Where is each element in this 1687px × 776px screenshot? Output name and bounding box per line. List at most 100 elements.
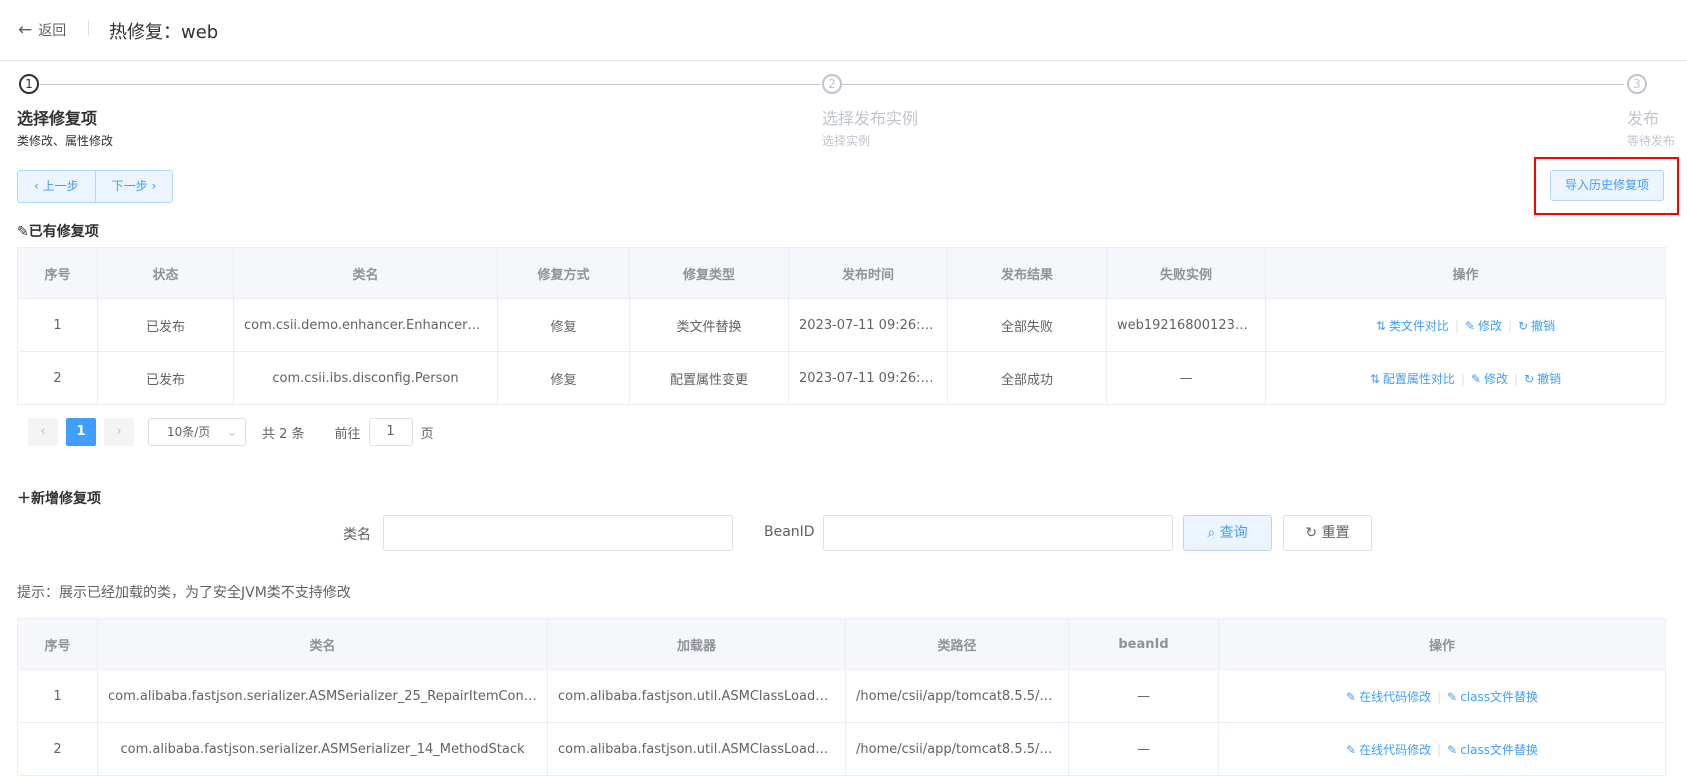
step-connector-1 — [39, 84, 821, 85]
step-1-title: 选择修复项 — [17, 109, 98, 128]
chevron-right-icon: › — [147, 179, 157, 193]
col-header: 修复方式 — [497, 247, 630, 299]
edit-link[interactable]: ✎ 修改 — [1471, 372, 1508, 386]
col-header: 操作 — [1265, 247, 1666, 299]
back-label: 返回 — [38, 23, 67, 39]
edit-icon: ✎ — [1346, 742, 1357, 757]
class-replace-link[interactable]: ✎ class文件替换 — [1447, 690, 1538, 704]
cell-time: 2023-07-11 09:26:16 — [788, 298, 948, 352]
chevron-left-icon[interactable]: ‹ — [28, 418, 58, 446]
cell-ops: ✎ 在线代码修改 | ✎ class文件替换 — [1218, 722, 1666, 776]
arrow-left-icon: ← — [18, 20, 33, 40]
next-step-label: 下一步 — [111, 179, 148, 193]
edit-icon: ✎ — [1447, 689, 1458, 704]
bean-id-label: BeanID — [764, 524, 815, 540]
class-name-input[interactable] — [383, 515, 733, 551]
back-button[interactable]: ← 返回 — [18, 20, 66, 40]
chevron-right-icon[interactable]: › — [104, 418, 134, 446]
cell-status: 已发布 — [97, 298, 234, 352]
edit-icon: ✎ — [1447, 742, 1458, 757]
refresh-icon: ↻ — [1518, 318, 1529, 333]
header-divider — [88, 20, 89, 36]
chevron-down-icon: ⌄ — [226, 425, 237, 439]
cell-type: 配置属性变更 — [629, 351, 789, 405]
search-icon: ⌕ — [1207, 525, 1216, 541]
class-name-label: 类名 — [343, 527, 371, 543]
total-count: 共 2 条 — [262, 426, 305, 442]
next-step-button[interactable]: 下一步 › — [94, 171, 173, 202]
online-edit-link[interactable]: ✎ 在线代码修改 — [1346, 743, 1431, 757]
cell-failed: web192168001235... — [1106, 298, 1266, 352]
col-header: 操作 — [1218, 618, 1666, 670]
cell-result: 全部失败 — [947, 298, 1107, 352]
cell-mode: 修复 — [497, 351, 630, 405]
cell-ops: ⇅ 配置属性对比 | ✎ 修改 | ↻ 撤销 — [1265, 351, 1666, 405]
import-history-button[interactable]: 导入历史修复项 — [1550, 170, 1664, 201]
page-header: ← 返回 热修复：web — [0, 0, 1687, 61]
col-header: 发布时间 — [788, 247, 948, 299]
col-header: 失败实例 — [1106, 247, 1266, 299]
step-2-desc: 选择实例 — [822, 134, 871, 148]
col-header: beanId — [1068, 618, 1219, 670]
col-header: 加载器 — [547, 618, 846, 670]
cell-ops: ✎ 在线代码修改 | ✎ class文件替换 — [1218, 669, 1666, 723]
cell-time: 2023-07-11 09:26:16 — [788, 351, 948, 405]
bean-id-input[interactable] — [823, 515, 1173, 551]
table-row: 1 com.alibaba.fastjson.serializer.ASMSer… — [17, 669, 1666, 723]
divider: | — [1508, 318, 1513, 333]
step-2-title: 选择发布实例 — [822, 109, 919, 128]
step-3-desc: 等待发布 — [1627, 134, 1676, 148]
edit-icon: ✎ — [1464, 318, 1476, 333]
revoke-link[interactable]: ↻ 撤销 — [1524, 372, 1561, 386]
add-section-title: ＋新增修复项 — [17, 491, 101, 507]
col-header: 类名 — [97, 618, 548, 670]
cell-class: com.alibaba.fastjson.serializer.ASMSeria… — [97, 669, 548, 723]
cell-loader: com.alibaba.fastjson.util.ASMClassLoade.… — [547, 722, 846, 776]
edit-icon: ✎ — [1470, 371, 1482, 386]
hint-text: 提示：展示已经加载的类，为了安全JVM类不支持修改 — [17, 585, 351, 601]
col-header: 类路径 — [845, 618, 1069, 670]
chevron-left-icon: ‹ — [34, 179, 43, 193]
cell-mode: 修复 — [497, 298, 630, 352]
query-button[interactable]: ⌕ 查询 — [1183, 515, 1272, 551]
cell-failed: — — [1106, 351, 1266, 405]
cell-bean: — — [1068, 669, 1219, 723]
online-edit-link[interactable]: ✎ 在线代码修改 — [1346, 690, 1431, 704]
step-3-icon: 3 — [1627, 74, 1647, 94]
col-header: 发布结果 — [947, 247, 1107, 299]
table-row: 1 已发布 com.csii.demo.enhancer.EnhancerC..… — [17, 298, 1666, 352]
loaded-classes-table: 序号 类名 加载器 类路径 beanId 操作 1 com.alibaba.fa… — [17, 618, 1666, 776]
divider: | — [1454, 318, 1459, 333]
class-replace-link[interactable]: ✎ class文件替换 — [1447, 743, 1538, 757]
cell-result: 全部成功 — [947, 351, 1107, 405]
cell-ops: ⇅ 类文件对比 | ✎ 修改 | ↻ 撤销 — [1265, 298, 1666, 352]
step-1-desc: 类修改、属性修改 — [17, 134, 114, 148]
divider: | — [1437, 742, 1442, 757]
compare-link[interactable]: ⇅ 类文件对比 — [1376, 319, 1449, 333]
cell-bean: — — [1068, 722, 1219, 776]
existing-section-title: ✎已有修复项 — [17, 224, 99, 240]
reset-button[interactable]: ↻ 重置 — [1283, 515, 1372, 551]
page-size-select[interactable]: 10条/页 ⌄ — [148, 418, 246, 446]
goto-page-input[interactable]: 1 — [368, 418, 413, 446]
prev-step-button[interactable]: ‹ 上一步 — [18, 171, 95, 202]
page-number-current[interactable]: 1 — [66, 418, 96, 446]
edit-link[interactable]: ✎ 修改 — [1465, 319, 1502, 333]
cell-loader: com.alibaba.fastjson.util.ASMClassLoade.… — [547, 669, 846, 723]
revoke-link[interactable]: ↻ 撤销 — [1518, 319, 1555, 333]
col-header: 序号 — [17, 247, 98, 299]
col-header: 状态 — [97, 247, 234, 299]
compare-link[interactable]: ⇅ 配置属性对比 — [1370, 372, 1455, 386]
col-header: 序号 — [17, 618, 98, 670]
cell-no: 2 — [17, 722, 98, 776]
goto-suffix: 页 — [420, 426, 434, 442]
step-connector-2 — [842, 84, 1624, 85]
step-3-title: 发布 — [1627, 109, 1660, 128]
step-nav-group: ‹ 上一步 下一步 › — [17, 170, 174, 203]
cell-type: 类文件替换 — [629, 298, 789, 352]
cell-status: 已发布 — [97, 351, 234, 405]
existing-table: 序号 状态 类名 修复方式 修复类型 发布时间 发布结果 失败实例 操作 1 已… — [17, 247, 1666, 405]
sort-icon: ⇅ — [1369, 371, 1380, 386]
cell-path: /home/csii/app/tomcat8.5.5/w... — [845, 669, 1069, 723]
plus-icon: ＋ — [17, 491, 31, 507]
